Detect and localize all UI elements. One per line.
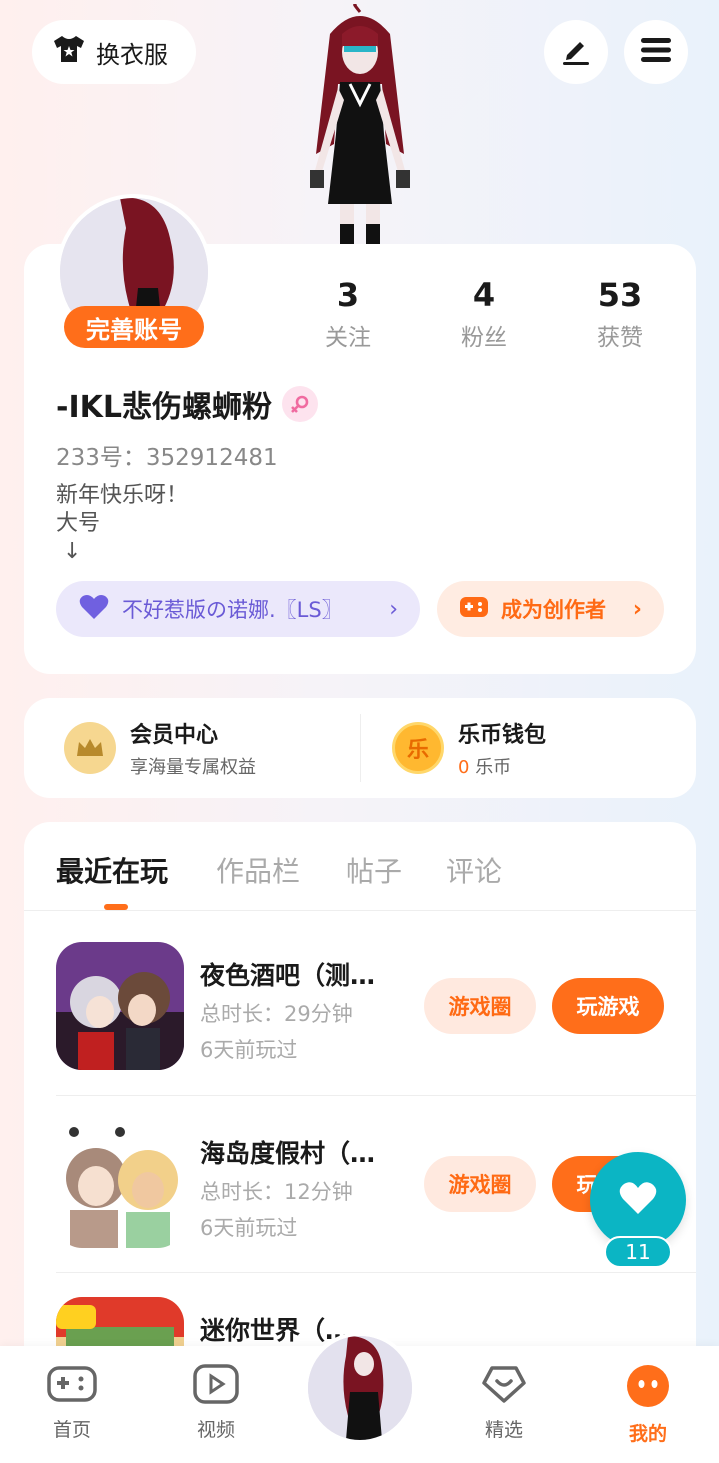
video-play-icon bbox=[193, 1364, 239, 1409]
profile-face-icon bbox=[626, 1364, 670, 1413]
tshirt-star-icon bbox=[52, 34, 86, 70]
pen-icon bbox=[559, 33, 593, 71]
stat-following[interactable]: 3 关注 bbox=[288, 276, 408, 352]
game-name: 海岛度假村（… bbox=[200, 1139, 376, 1168]
crown-icon bbox=[64, 722, 116, 774]
following-label: 关注 bbox=[325, 325, 371, 351]
chevron-right-icon: › bbox=[632, 596, 642, 622]
purple-heart-icon bbox=[78, 593, 110, 626]
heart-icon bbox=[618, 1180, 658, 1220]
stat-likes[interactable]: 53 获赞 bbox=[560, 276, 680, 352]
game-last-played: 6天前玩过 bbox=[200, 1216, 298, 1240]
nav-home[interactable]: 首页 bbox=[22, 1364, 122, 1442]
coin-wallet-title: 乐币钱包 bbox=[458, 723, 547, 748]
coin-balance: 0 乐币 bbox=[458, 753, 546, 779]
coin-icon: 乐 bbox=[392, 722, 444, 774]
like-count-badge: 11 bbox=[604, 1236, 672, 1268]
divider bbox=[56, 1095, 696, 1096]
tab-comments[interactable]: 评论 bbox=[446, 850, 502, 890]
divider bbox=[360, 714, 361, 782]
game-icon-island-resort bbox=[56, 1120, 184, 1248]
stat-fans[interactable]: 4 粉丝 bbox=[424, 276, 544, 352]
list-item[interactable]: 海岛度假村（… 总时长：12分钟 6天前玩过 游戏圈 玩游戏 bbox=[56, 1120, 664, 1250]
change-outfit-label: 换衣服 bbox=[96, 40, 168, 69]
divider bbox=[56, 1272, 696, 1273]
gamepad-creator-icon bbox=[459, 594, 489, 625]
game-playtime: 总时长：29分钟 bbox=[200, 1002, 353, 1026]
nav-video-label: 视频 bbox=[196, 1419, 235, 1441]
divider bbox=[24, 910, 696, 911]
change-outfit-button[interactable]: 换衣服 bbox=[32, 20, 196, 84]
username: -IKL悲伤螺蛳粉 bbox=[56, 390, 272, 425]
gamepad-icon bbox=[47, 1364, 97, 1409]
menu-button[interactable] bbox=[624, 20, 688, 84]
play-game-button[interactable]: 玩游戏 bbox=[552, 978, 664, 1034]
hamburger-menu-icon bbox=[640, 36, 672, 68]
nav-home-label: 首页 bbox=[52, 1419, 91, 1441]
game-name: 夜色酒吧（测… bbox=[200, 961, 376, 990]
fans-label: 粉丝 bbox=[461, 325, 507, 351]
nav-me-label: 我的 bbox=[628, 1423, 667, 1445]
female-gender-icon bbox=[281, 386, 318, 422]
list-item[interactable]: 夜色酒吧（测… 总时长：29分钟 6天前玩过 游戏圈 玩游戏 bbox=[56, 942, 664, 1072]
game-circle-button[interactable]: 游戏圈 bbox=[424, 978, 536, 1034]
nav-me[interactable]: 我的 bbox=[598, 1364, 698, 1446]
coin-wallet-entry[interactable]: 乐 乐币钱包 0 乐币 bbox=[392, 718, 546, 778]
become-creator-button[interactable]: 成为创作者 › bbox=[437, 581, 664, 637]
username-row: -IKL悲伤螺蛳粉 bbox=[56, 382, 318, 426]
coin-amount: 0 bbox=[458, 757, 470, 778]
user-id: 233号：352912481 bbox=[56, 445, 278, 471]
game-last-played: 6天前玩过 bbox=[200, 1038, 298, 1062]
vip-center-title: 会员中心 bbox=[130, 723, 219, 748]
avatar-character-figure[interactable] bbox=[286, 3, 434, 244]
tab-recently-played[interactable]: 最近在玩 bbox=[56, 850, 168, 890]
edit-profile-button[interactable] bbox=[544, 20, 608, 84]
heart-badge-icon bbox=[480, 1364, 528, 1409]
game-icon-mini-world bbox=[56, 1297, 184, 1346]
user-bio: 新年快乐呀！ 大号 ↓ bbox=[56, 483, 189, 564]
tab-posts[interactable]: 帖子 bbox=[346, 850, 402, 890]
coin-glyph: 乐 bbox=[406, 738, 429, 763]
avatar[interactable] bbox=[304, 1332, 416, 1444]
complete-account-badge[interactable]: 完善账号 bbox=[64, 306, 204, 348]
become-creator-label: 成为创作者 bbox=[501, 598, 606, 622]
guild-label: 不好惹版の诺娜.〖LS〗 bbox=[122, 598, 343, 622]
coin-unit: 乐币 bbox=[475, 757, 512, 778]
game-circle-button[interactable]: 游戏圈 bbox=[424, 1156, 536, 1212]
nav-video[interactable]: 视频 bbox=[166, 1364, 266, 1442]
likes-label: 获赞 bbox=[597, 325, 643, 351]
fans-count: 4 bbox=[472, 276, 496, 314]
vip-center-subtitle: 享海量专属权益 bbox=[130, 757, 256, 778]
tab-works[interactable]: 作品栏 bbox=[216, 850, 300, 890]
game-icon-night-bar bbox=[56, 942, 184, 1070]
guild-button[interactable]: 不好惹版の诺娜.〖LS〗 › bbox=[56, 581, 420, 637]
nav-featured-label: 精选 bbox=[484, 1419, 523, 1441]
likes-count: 53 bbox=[597, 276, 643, 314]
floating-like-button[interactable] bbox=[590, 1152, 686, 1248]
chevron-right-icon: › bbox=[389, 596, 398, 622]
nav-featured[interactable]: 精选 bbox=[454, 1364, 554, 1442]
following-count: 3 bbox=[336, 276, 360, 314]
game-playtime: 总时长：12分钟 bbox=[200, 1180, 353, 1204]
vip-center-entry[interactable]: 会员中心 享海量专属权益 bbox=[64, 718, 256, 778]
